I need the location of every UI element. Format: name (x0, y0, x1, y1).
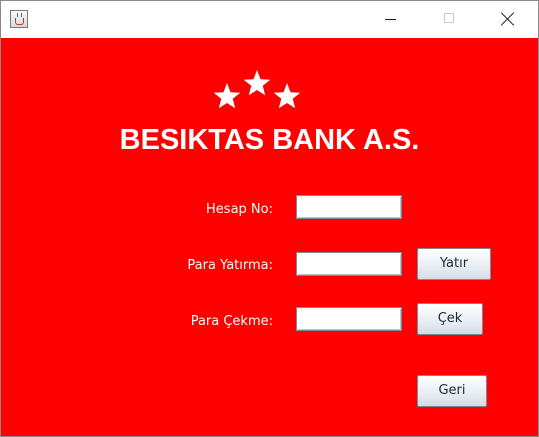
maximize-button[interactable] (427, 1, 473, 38)
withdraw-button[interactable]: Çek (417, 303, 483, 335)
star-icon (213, 83, 241, 109)
withdraw-label: Para Çekme: (190, 314, 273, 329)
minimize-button[interactable] (368, 1, 414, 38)
star-icon (243, 70, 271, 96)
maximize-icon (444, 13, 454, 23)
close-button[interactable] (485, 1, 531, 38)
back-button[interactable]: Geri (417, 375, 487, 407)
main-panel: BESIKTAS BANK A.S. Hesap No: Para Yatırm… (1, 38, 538, 436)
deposit-label: Para Yatırma: (187, 258, 273, 273)
star-icon (273, 83, 301, 109)
title-bar[interactable] (1, 1, 538, 38)
deposit-button[interactable]: Yatır (417, 248, 491, 280)
app-window: BESIKTAS BANK A.S. Hesap No: Para Yatırm… (0, 0, 539, 437)
deposit-amount-input[interactable] (296, 252, 402, 276)
java-cup-icon[interactable] (10, 10, 28, 28)
minimize-icon (385, 19, 396, 20)
stars-logo (213, 70, 301, 109)
withdraw-amount-input[interactable] (296, 307, 402, 331)
account-no-input[interactable] (296, 195, 402, 219)
bank-title: BESIKTAS BANK A.S. (119, 124, 420, 156)
account-no-label: Hesap No: (206, 202, 273, 217)
close-icon (501, 12, 515, 26)
